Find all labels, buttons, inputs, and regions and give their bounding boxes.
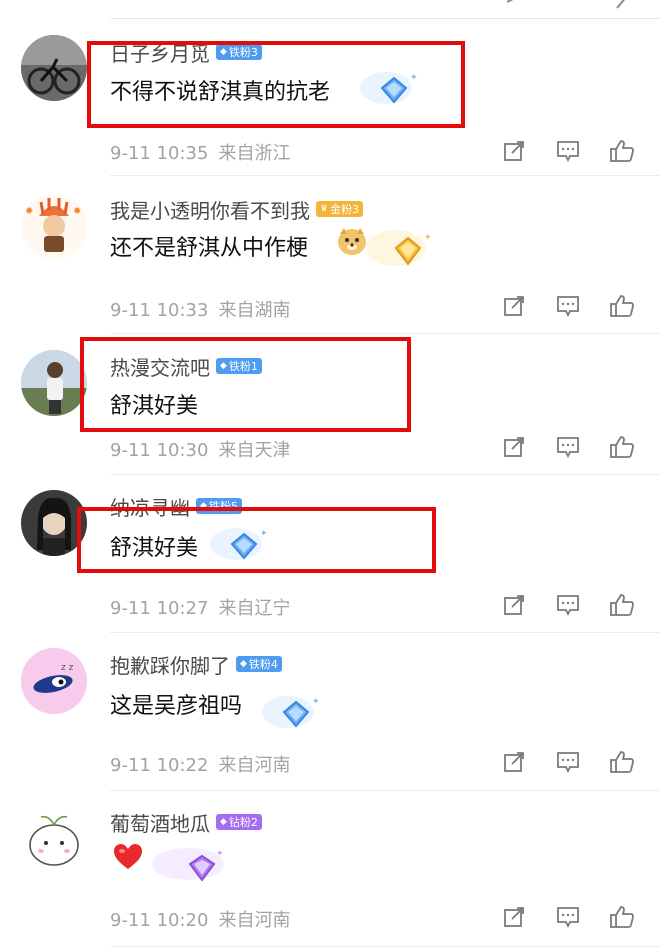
share-icon[interactable]: [500, 433, 528, 461]
share-icon[interactable]: [500, 292, 528, 320]
divider: [110, 790, 660, 791]
crown-icon: ♛: [320, 204, 329, 214]
fan-badge-sticker-icon: ✦: [366, 222, 436, 276]
fan-badge[interactable]: ◆ 钻粉2: [216, 814, 262, 830]
svg-text:✹: ✹: [25, 206, 33, 217]
fan-badge-sticker-icon: ✦: [262, 690, 322, 738]
comment-location: 来自天津: [218, 440, 291, 461]
red-heart-icon: [113, 843, 143, 871]
gem-icon: ◆: [220, 817, 227, 827]
fan-badge[interactable]: ◆ 铁粉4: [236, 656, 282, 672]
svg-text:✹: ✹: [73, 206, 81, 217]
comment-location: 来自浙江: [218, 143, 291, 164]
svg-text:✦: ✦: [312, 697, 320, 707]
comment-icon[interactable]: [554, 137, 582, 165]
like-icon[interactable]: [608, 748, 636, 776]
badge-label: 铁粉4: [248, 658, 278, 671]
share-icon[interactable]: [505, 0, 521, 10]
comment-location: 来自河南: [218, 755, 291, 776]
comment-icon[interactable]: [554, 292, 582, 320]
divider: [110, 333, 660, 334]
highlight-box: [80, 337, 411, 432]
doge-emoji-icon: [336, 226, 368, 256]
divider: [110, 175, 660, 176]
like-icon[interactable]: [608, 903, 636, 931]
username[interactable]: 我是小透明你看不到我: [110, 195, 310, 224]
share-icon[interactable]: [500, 903, 528, 931]
share-icon[interactable]: [500, 748, 528, 776]
svg-text:✦: ✦: [216, 849, 224, 859]
top-divider: [110, 18, 660, 19]
divider: [110, 946, 660, 947]
comment-text: 还不是舒淇从中作梗: [110, 236, 309, 261]
comment-text: 这是吴彦祖吗: [110, 694, 243, 719]
like-icon[interactable]: [614, 0, 630, 10]
share-icon[interactable]: [500, 137, 528, 165]
comment-location: 来自河南: [218, 910, 291, 931]
avatar[interactable]: [21, 35, 87, 101]
fan-badge-sticker-icon: ✦: [150, 840, 230, 890]
svg-text:✦: ✦: [424, 233, 432, 243]
badge-label: 金粉3: [330, 203, 360, 216]
like-icon[interactable]: [608, 591, 636, 619]
comment-time: 9-11 10:30: [110, 440, 209, 461]
like-icon[interactable]: [608, 292, 636, 320]
avatar[interactable]: z z: [21, 648, 87, 714]
divider: [110, 632, 660, 633]
avatar[interactable]: [21, 350, 87, 416]
comment-location: 来自湖南: [218, 300, 291, 321]
comment-icon[interactable]: [554, 748, 582, 776]
username[interactable]: 抱歉踩你脚了: [110, 650, 230, 679]
like-icon[interactable]: [608, 433, 636, 461]
comment-location: 来自辽宁: [218, 598, 291, 619]
comment-time: 9-11 10:22: [110, 755, 209, 776]
comment-icon[interactable]: [554, 591, 582, 619]
fan-badge[interactable]: ♛ 金粉3: [316, 201, 364, 217]
comment-time: 9-11 10:27: [110, 598, 209, 619]
avatar[interactable]: ✹ ✹: [21, 194, 87, 260]
comment-time: 9-11 10:20: [110, 910, 209, 931]
svg-text:z z: z z: [61, 663, 74, 673]
comment-icon[interactable]: [554, 903, 582, 931]
like-icon[interactable]: [608, 137, 636, 165]
divider: [110, 474, 660, 475]
highlight-box: [77, 507, 436, 573]
comment-time: 9-11 10:33: [110, 300, 209, 321]
comment-icon[interactable]: [554, 433, 582, 461]
highlight-box: [87, 41, 465, 128]
avatar[interactable]: [21, 805, 87, 871]
badge-label: 钻粉2: [228, 816, 258, 829]
diamond-icon: ◆: [240, 659, 247, 669]
comment-time: 9-11 10:35: [110, 143, 209, 164]
share-icon[interactable]: [500, 591, 528, 619]
username[interactable]: 葡萄酒地瓜: [110, 808, 210, 837]
